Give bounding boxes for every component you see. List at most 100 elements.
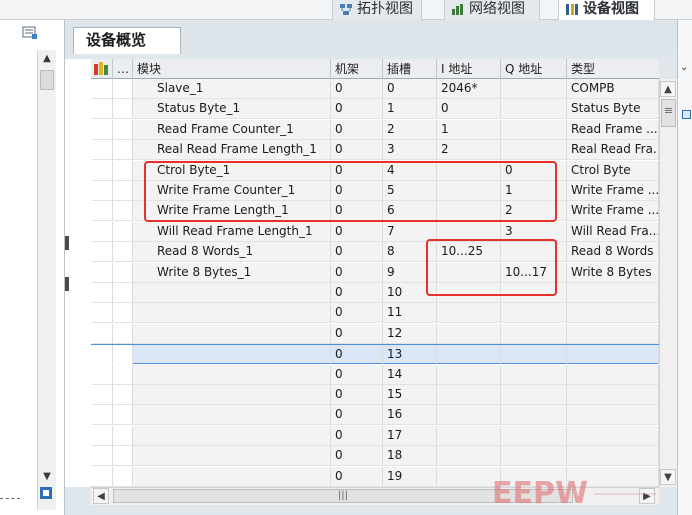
scroll-thumb[interactable] bbox=[40, 70, 54, 90]
row-marker[interactable] bbox=[91, 364, 113, 384]
row-extra[interactable] bbox=[113, 345, 133, 365]
table-row[interactable]: 0 14 bbox=[91, 364, 659, 385]
cell-q-address[interactable] bbox=[501, 99, 567, 119]
row-extra[interactable] bbox=[113, 201, 133, 221]
cell-rack[interactable]: 0 bbox=[331, 140, 383, 160]
tab-device-overview[interactable]: 设备概览 bbox=[73, 27, 181, 54]
cell-i-address[interactable]: 2046* bbox=[437, 79, 501, 98]
cell-type[interactable]: Read Frame ... bbox=[567, 119, 659, 139]
row-marker[interactable] bbox=[91, 181, 113, 200]
row-marker[interactable] bbox=[91, 283, 113, 302]
cell-i-address[interactable]: 2 bbox=[437, 140, 501, 160]
cell-module[interactable] bbox=[133, 385, 331, 404]
cell-i-address[interactable] bbox=[437, 303, 501, 323]
scroll-thumb[interactable]: ≡ bbox=[661, 99, 676, 127]
cell-type[interactable]: Write Frame ... bbox=[567, 201, 659, 221]
cell-module[interactable] bbox=[133, 446, 331, 466]
header-q-address[interactable]: Q 地址 bbox=[501, 59, 567, 79]
cell-slot[interactable]: 19 bbox=[383, 466, 437, 486]
panel-settings-icon[interactable] bbox=[22, 26, 38, 40]
cell-type[interactable] bbox=[567, 323, 659, 343]
cell-slot[interactable]: 11 bbox=[383, 303, 437, 323]
cell-rack[interactable]: 0 bbox=[331, 303, 383, 323]
cell-type[interactable]: Write 8 Bytes bbox=[567, 262, 659, 282]
cell-rack[interactable]: 0 bbox=[331, 323, 383, 343]
cell-rack[interactable]: 0 bbox=[331, 345, 383, 365]
cell-rack[interactable]: 0 bbox=[331, 99, 383, 119]
cell-type[interactable]: Ctrol Byte bbox=[567, 160, 659, 180]
header-rack[interactable]: 机架 bbox=[331, 59, 383, 79]
cell-rack[interactable]: 0 bbox=[331, 405, 383, 425]
row-marker[interactable] bbox=[91, 99, 113, 119]
cell-slot[interactable]: 7 bbox=[383, 221, 437, 241]
cell-slot[interactable]: 3 bbox=[383, 140, 437, 160]
cell-slot[interactable]: 0 bbox=[383, 79, 437, 98]
device-list-icon[interactable] bbox=[38, 485, 54, 501]
cell-rack[interactable]: 0 bbox=[331, 364, 383, 384]
table-row[interactable]: Slave_1 0 0 2046* COMPB bbox=[91, 79, 659, 99]
row-marker[interactable] bbox=[91, 119, 113, 139]
scroll-up-icon[interactable]: ▲ bbox=[40, 52, 54, 66]
row-extra[interactable] bbox=[113, 364, 133, 384]
cell-i-address[interactable] bbox=[437, 446, 501, 466]
cell-slot[interactable]: 1 bbox=[383, 99, 437, 119]
splitter-handle[interactable] bbox=[65, 236, 69, 250]
table-vertical-scrollbar[interactable]: ▲ ≡ ▼ bbox=[659, 79, 677, 487]
table-row[interactable]: 0 12 bbox=[91, 323, 659, 344]
cell-q-address[interactable] bbox=[501, 323, 567, 343]
cell-rack[interactable]: 0 bbox=[331, 385, 383, 404]
cell-type[interactable] bbox=[567, 385, 659, 404]
row-marker[interactable] bbox=[91, 160, 113, 180]
cell-module[interactable] bbox=[133, 303, 331, 323]
cell-type[interactable] bbox=[567, 425, 659, 445]
row-extra[interactable] bbox=[113, 425, 133, 445]
cell-rack[interactable]: 0 bbox=[331, 466, 383, 486]
row-extra[interactable] bbox=[113, 181, 133, 200]
cell-module[interactable]: Read 8 Words_1 bbox=[133, 242, 331, 262]
cell-rack[interactable]: 0 bbox=[331, 425, 383, 445]
row-marker[interactable] bbox=[91, 262, 113, 282]
splitter-handle[interactable] bbox=[65, 277, 69, 291]
table-row[interactable]: Read 8 Words_1 0 8 10...25 Read 8 Words bbox=[91, 242, 659, 263]
cell-module[interactable]: Status Byte_1 bbox=[133, 99, 331, 119]
row-marker[interactable] bbox=[91, 466, 113, 486]
row-extra[interactable] bbox=[113, 119, 133, 139]
scroll-down-icon[interactable]: ▼ bbox=[40, 470, 54, 484]
cell-q-address[interactable] bbox=[501, 140, 567, 160]
cell-module[interactable] bbox=[133, 323, 331, 343]
cell-i-address[interactable] bbox=[437, 345, 501, 365]
row-marker[interactable] bbox=[91, 446, 113, 466]
filter-icon[interactable] bbox=[93, 61, 111, 77]
cell-type[interactable] bbox=[567, 303, 659, 323]
cell-module[interactable]: Read Frame Counter_1 bbox=[133, 119, 331, 139]
cell-q-address[interactable] bbox=[501, 425, 567, 445]
cell-q-address[interactable] bbox=[501, 119, 567, 139]
tab-device-view[interactable]: 设备视图 bbox=[558, 0, 655, 20]
cell-rack[interactable]: 0 bbox=[331, 283, 383, 302]
cell-i-address[interactable] bbox=[437, 405, 501, 425]
row-extra[interactable] bbox=[113, 221, 133, 241]
cell-i-address[interactable]: 1 bbox=[437, 119, 501, 139]
header-filter-icon[interactable] bbox=[91, 59, 113, 79]
cell-type[interactable] bbox=[567, 446, 659, 466]
table-row[interactable]: Real Read Frame Length_1 0 3 2 Real Read Fra… bbox=[91, 140, 659, 161]
cell-slot[interactable]: 16 bbox=[383, 405, 437, 425]
scroll-up-icon[interactable]: ▲ bbox=[660, 81, 676, 97]
cell-i-address[interactable]: 0 bbox=[437, 99, 501, 119]
cell-rack[interactable]: 0 bbox=[331, 79, 383, 98]
cell-type[interactable]: Status Byte bbox=[567, 99, 659, 119]
cell-rack[interactable]: 0 bbox=[331, 242, 383, 262]
cell-q-address[interactable] bbox=[501, 385, 567, 404]
row-marker[interactable] bbox=[91, 405, 113, 425]
row-extra[interactable] bbox=[113, 303, 133, 323]
table-row[interactable]: Read Frame Counter_1 0 2 1 Read Frame ... bbox=[91, 119, 659, 140]
row-extra[interactable] bbox=[113, 323, 133, 343]
table-row[interactable]: 0 16 bbox=[91, 405, 659, 426]
row-marker[interactable] bbox=[91, 303, 113, 323]
cell-q-address[interactable] bbox=[501, 405, 567, 425]
table-row[interactable]: 0 15 bbox=[91, 385, 659, 405]
row-extra[interactable] bbox=[113, 99, 133, 119]
cell-rack[interactable]: 0 bbox=[331, 446, 383, 466]
cell-module[interactable] bbox=[133, 364, 331, 384]
cell-q-address[interactable] bbox=[501, 364, 567, 384]
